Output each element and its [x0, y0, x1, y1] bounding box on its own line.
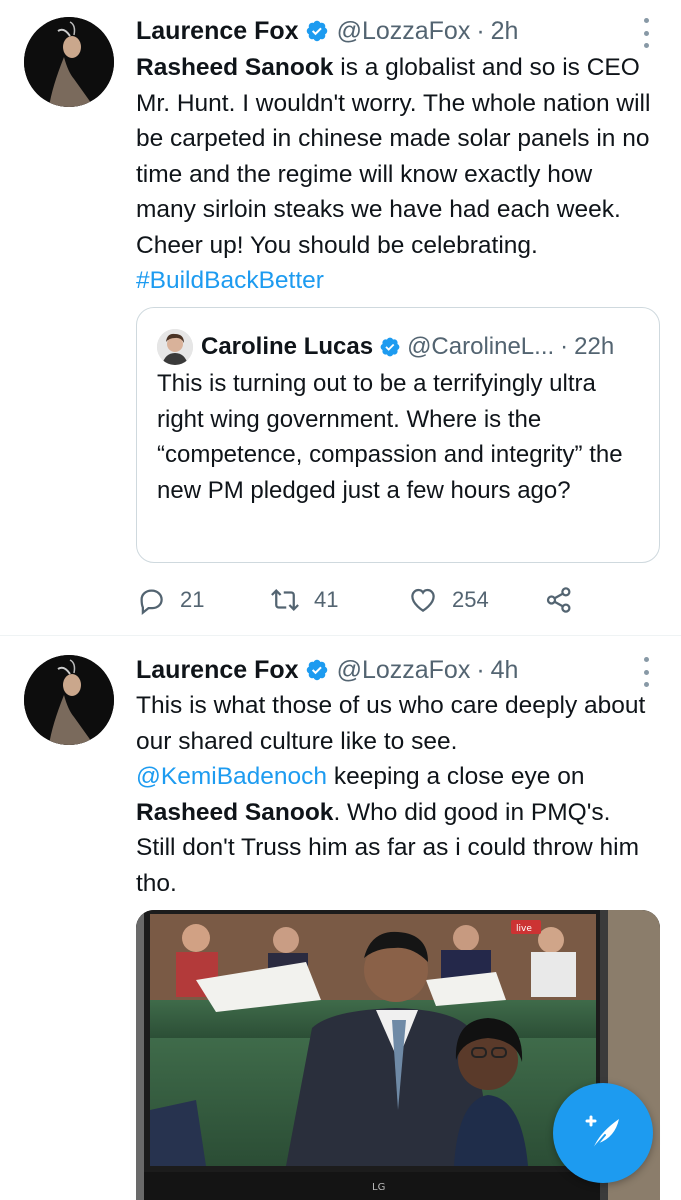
tweet-actions: 21 41 254: [136, 582, 596, 618]
quoted-author-handle: @CarolineL...: [407, 333, 555, 360]
share-button[interactable]: [544, 582, 574, 618]
hashtag-link[interactable]: #BuildBackBetter: [136, 267, 324, 294]
bold-name: Rasheed Sanook: [136, 798, 334, 826]
quoted-author-avatar: [157, 329, 193, 365]
tweet-text-part: keeping a close eye on: [327, 763, 585, 790]
share-icon: [546, 587, 571, 613]
separator-dot: ·: [476, 655, 485, 684]
quoted-tweet-text: This is turning out to be a terrifyingly…: [157, 370, 623, 504]
compose-tweet-button[interactable]: [553, 1083, 653, 1183]
live-badge: live: [516, 924, 532, 934]
author-avatar[interactable]: [24, 655, 114, 745]
author-handle[interactable]: @LozzaFox: [337, 656, 471, 685]
quoted-author-name: Caroline Lucas: [201, 333, 374, 360]
author-handle[interactable]: @LozzaFox: [337, 17, 471, 46]
author-name[interactable]: Laurence Fox: [136, 17, 299, 46]
retweet-button[interactable]: 41: [270, 582, 338, 618]
reply-count: 21: [180, 587, 205, 612]
quoted-tweet-timestamp: 22h: [574, 333, 615, 360]
quoted-tweet[interactable]: Caroline Lucas @CarolineL... · 22h This …: [136, 307, 660, 563]
tweet-timestamp[interactable]: 2h: [491, 17, 519, 46]
retweet-icon: [271, 589, 299, 611]
tv-brand-label: LG: [372, 1182, 385, 1193]
reply-button[interactable]: 21: [136, 582, 204, 618]
tweet-timestamp[interactable]: 4h: [491, 656, 519, 685]
reply-icon: [140, 589, 163, 615]
tweet-text-body: is a globalist and so is CEO Mr. Hunt. I…: [136, 54, 651, 259]
separator-dot: ·: [476, 16, 485, 45]
more-vertical-icon[interactable]: [641, 657, 651, 687]
author-avatar[interactable]: [24, 17, 114, 107]
verified-badge-icon: [379, 336, 401, 358]
like-count: 254: [452, 587, 489, 612]
quoted-tweet-header: Caroline Lucas @CarolineL... · 22h: [201, 329, 645, 365]
bold-name: Rasheed Sanook: [136, 54, 334, 81]
tweet-header: Laurence Fox @LozzaFox · 2h: [136, 14, 641, 48]
tweet-text-part: This is what those of us who care deeply…: [136, 692, 646, 755]
tweet[interactable]: Laurence Fox @LozzaFox · 2h Rasheed Sano…: [0, 0, 681, 636]
separator-dot: ·: [560, 333, 569, 360]
tweet-text: Rasheed Sanook is a globalist and so is …: [136, 50, 651, 299]
verified-badge-icon: [305, 658, 329, 682]
verified-badge-icon: [305, 19, 329, 43]
tweet-header: Laurence Fox @LozzaFox · 4h: [136, 653, 641, 687]
heart-icon: [411, 588, 435, 612]
mention-link[interactable]: @KemiBadenoch: [136, 763, 327, 790]
tweet-text: This is what those of us who care deeply…: [136, 688, 651, 901]
more-vertical-icon[interactable]: [641, 18, 651, 48]
author-avatar-image: [24, 655, 114, 745]
author-avatar-image: [24, 17, 114, 107]
retweet-count: 41: [314, 587, 339, 612]
like-button[interactable]: 254: [408, 582, 489, 618]
compose-tweet-icon: [585, 1115, 619, 1150]
author-name[interactable]: Laurence Fox: [136, 656, 299, 685]
